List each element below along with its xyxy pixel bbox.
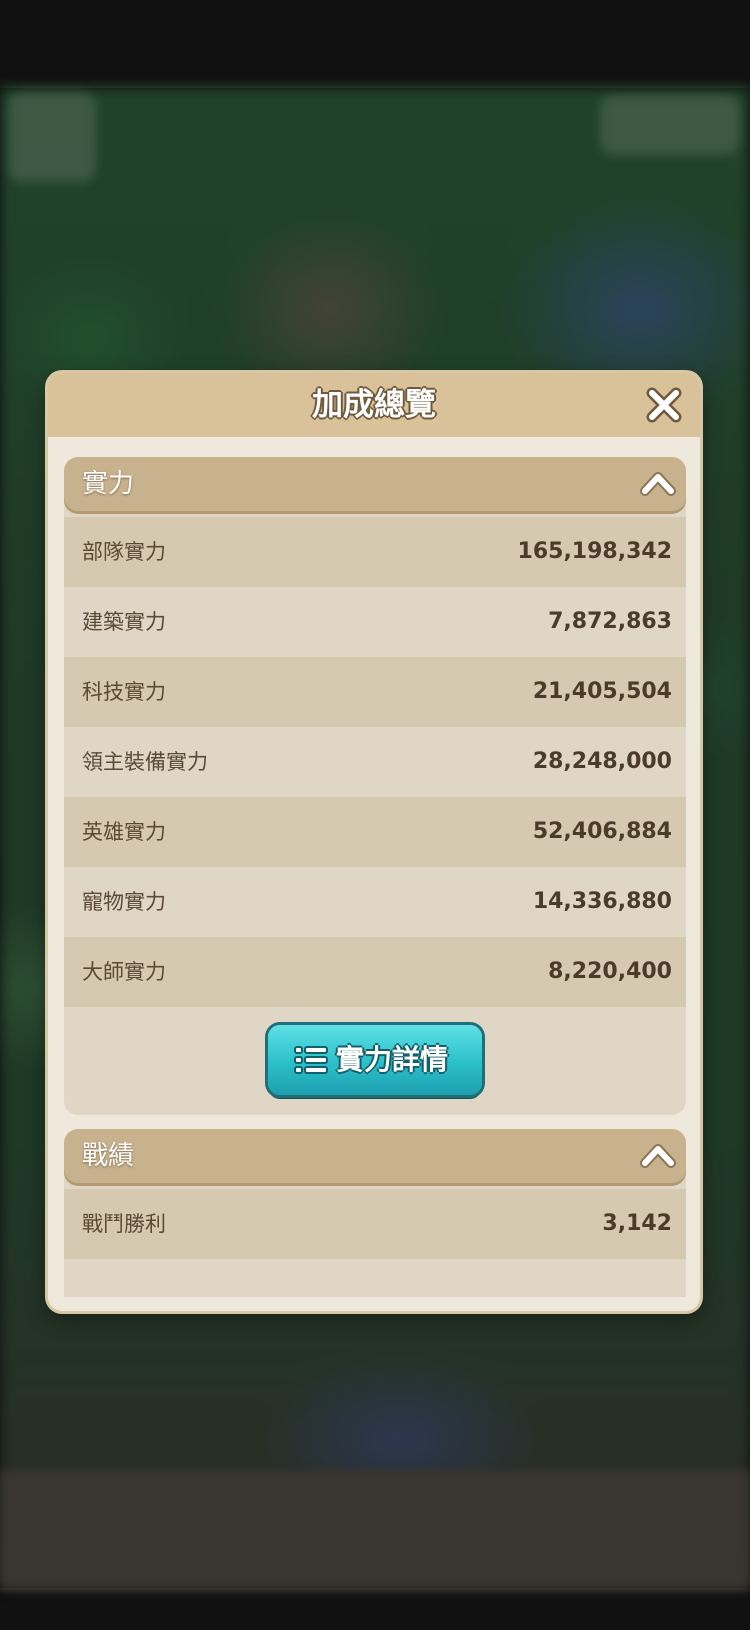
power-panel: 實力 部隊實力 165,198,342 建築實力 7,872,863 科技實力 … xyxy=(64,457,686,1115)
stat-row: 領主裝備實力 28,248,000 xyxy=(64,727,686,797)
stat-row: 科技實力 21,405,504 xyxy=(64,657,686,727)
stat-value: 28,248,000 xyxy=(532,749,672,774)
power-details-button[interactable]: 實力詳情 xyxy=(268,1025,482,1095)
stat-value: 8,220,400 xyxy=(548,959,672,984)
dialog-header: 加成總覽 xyxy=(48,373,700,437)
stat-value: 7,872,863 xyxy=(548,609,672,634)
stat-row: 建築實力 7,872,863 xyxy=(64,587,686,657)
list-icon xyxy=(294,1046,328,1074)
dialog-scroll-area[interactable]: 實力 部隊實力 165,198,342 建築實力 7,872,863 科技實力 … xyxy=(64,457,686,1297)
stat-row: 戰鬥勝利 3,142 xyxy=(64,1189,686,1259)
record-panel: 戰績 戰鬥勝利 3,142 xyxy=(64,1129,686,1297)
stat-label: 戰鬥勝利 xyxy=(82,1212,166,1236)
bonus-overview-dialog: 加成總覽 實力 部隊實力 165,198,342 建築實力 7,872,863 … xyxy=(48,373,700,1311)
chevron-up-icon[interactable] xyxy=(640,1139,676,1171)
dialog-title: 加成總覽 xyxy=(312,387,436,423)
section-title: 戰績 xyxy=(82,1141,135,1171)
stat-label: 科技實力 xyxy=(82,680,166,704)
stat-label: 英雄實力 xyxy=(82,820,166,844)
stat-label: 建築實力 xyxy=(82,610,166,634)
stat-value: 165,198,342 xyxy=(517,539,672,564)
stat-value: 14,336,880 xyxy=(532,889,672,914)
stat-value: 21,405,504 xyxy=(532,679,672,704)
close-button[interactable] xyxy=(645,386,683,424)
power-section-header[interactable]: 實力 xyxy=(64,457,686,511)
record-section-header[interactable]: 戰績 xyxy=(64,1129,686,1183)
power-details-label: 實力詳情 xyxy=(336,1043,449,1076)
section-title: 實力 xyxy=(82,469,135,499)
chevron-up-icon[interactable] xyxy=(640,467,676,499)
close-icon xyxy=(646,387,682,423)
stat-value: 52,406,884 xyxy=(532,819,672,844)
stat-label: 領主裝備實力 xyxy=(82,750,208,774)
stat-row: 部隊實力 165,198,342 xyxy=(64,517,686,587)
stat-row xyxy=(64,1259,686,1297)
stat-row: 寵物實力 14,336,880 xyxy=(64,867,686,937)
stat-label: 部隊實力 xyxy=(82,540,166,564)
stat-value: 3,142 xyxy=(602,1211,672,1236)
stat-label: 寵物實力 xyxy=(82,890,166,914)
stat-row: 英雄實力 52,406,884 xyxy=(64,797,686,867)
stat-label: 大師實力 xyxy=(82,960,166,984)
stat-row: 大師實力 8,220,400 xyxy=(64,937,686,1007)
